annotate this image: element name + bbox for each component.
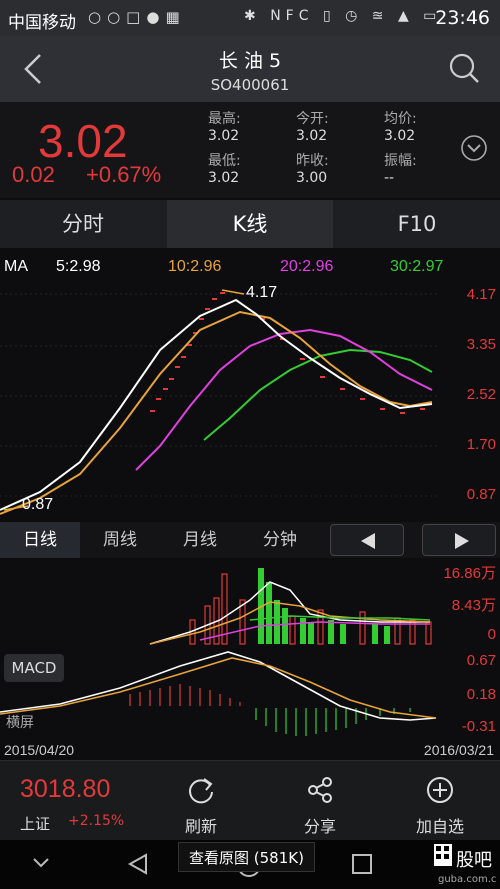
ma10-value: 10:2.96 <box>168 258 222 275</box>
kline-chart <box>0 289 440 515</box>
ma20-value: 20:2.96 <box>280 258 334 275</box>
search-icon[interactable] <box>448 52 480 84</box>
watermark-url: guba.com.cn <box>438 874 496 885</box>
ma-label: MA <box>4 258 28 275</box>
kline-tick: 3.35 <box>466 336 496 353</box>
volume-tick: 8.43万 <box>451 597 496 614</box>
macd-bars-red <box>129 684 241 706</box>
open-value: 3.02 <box>296 128 328 144</box>
stock-name: 长 油 5 <box>218 50 282 72</box>
kline-tick: 0.87 <box>466 486 496 503</box>
prev-close-label: 昨收: <box>296 153 329 169</box>
low-value: 3.02 <box>208 170 240 186</box>
index-value: 3018.80 <box>20 775 111 803</box>
right-triangle-icon <box>455 533 469 549</box>
stock-code: SO400061 <box>210 76 290 94</box>
macd-tick: 0.67 <box>466 652 496 669</box>
index-change: +2.15% <box>68 813 125 829</box>
current-price: 3.02 <box>38 115 128 167</box>
nfc-icon: NFC <box>270 8 314 24</box>
bottom-toolbar: 3018.80 上证 +2.15% 刷新 分享 加自选 <box>0 760 500 840</box>
tab-weekly[interactable]: 周线 <box>80 522 160 558</box>
expand-chevron-icon[interactable] <box>460 134 488 162</box>
chart-tabs: 分时 K线 F10 <box>0 200 500 248</box>
amplitude-label: 振幅: <box>384 153 417 169</box>
add-circle-icon <box>427 777 453 803</box>
high-value: 3.02 <box>208 128 240 144</box>
refresh-icon <box>189 778 213 804</box>
tab-timeshare[interactable]: 分时 <box>0 200 166 248</box>
volume-bars-green <box>258 568 390 644</box>
ma30-value: 30:2.97 <box>390 258 444 275</box>
price-change-percent: +0.67% <box>86 162 162 187</box>
back-triangle-icon[interactable] <box>126 852 150 876</box>
kline-high-marker: 4.17 <box>246 284 278 301</box>
open-label: 今开: <box>296 111 329 127</box>
end-date: 2016/03/21 <box>423 742 494 758</box>
period-bar: 日线 周线 月线 分钟 <box>0 522 500 558</box>
left-triangle-icon <box>361 533 375 549</box>
quote-panel: 3.02 0.02 +0.67% 最高: 3.02 最低: 3.02 今开: 3… <box>0 102 500 198</box>
ma5-line <box>0 298 433 511</box>
prev-close-value: 3.00 <box>296 170 328 186</box>
kline-tick: 2.52 <box>466 386 496 403</box>
tab-daily[interactable]: 日线 <box>0 522 80 558</box>
amplitude-value: -- <box>384 170 395 186</box>
share-icon <box>308 777 332 803</box>
kline-low-marker: 0.87 <box>22 496 54 513</box>
system-icons: ✱ NFC ▯ ◷ ≊ ▲ ▭ <box>244 8 442 24</box>
macd-bars-green <box>255 708 411 736</box>
notification-icons: ○○□●▦ <box>88 8 186 26</box>
next-button[interactable] <box>422 524 496 556</box>
view-original-button[interactable]: 查看原图 (581K) <box>178 842 315 872</box>
volume-tick: 0 <box>487 626 496 643</box>
tab-monthly[interactable]: 月线 <box>160 522 240 558</box>
status-bar: 中国移动 ○○□●▦ ✱ NFC ▯ ◷ ≊ ▲ ▭ 23:46 <box>0 0 500 36</box>
refresh-label: 刷新 <box>184 817 217 836</box>
index-name: 上证 <box>20 815 51 833</box>
kline-tick: 1.70 <box>466 436 496 453</box>
start-date: 2015/04/20 <box>4 742 75 758</box>
guba-watermark-logo: 股吧 guba.com.cn <box>432 842 500 886</box>
prev-button[interactable] <box>330 524 404 556</box>
tab-f10[interactable]: F10 <box>334 200 500 248</box>
ma10-line <box>0 310 433 515</box>
low-label: 最低: <box>208 153 241 169</box>
landscape-button[interactable]: 横屏 <box>6 712 34 732</box>
kline-tick: 4.17 <box>466 286 496 303</box>
volume-tick: 16.86万 <box>443 565 496 582</box>
high-label: 最高: <box>208 111 241 127</box>
price-change: 0.02 <box>12 162 55 187</box>
macd-tick: -0.31 <box>461 718 496 735</box>
avg-label: 均价: <box>384 111 417 127</box>
avg-value: 3.02 <box>384 128 416 144</box>
add-watchlist-button[interactable]: 加自选 <box>385 761 495 841</box>
watermark-text: 股吧 <box>456 850 492 871</box>
carrier-name: 中国移动 <box>8 13 76 33</box>
share-button[interactable]: 分享 <box>265 761 375 841</box>
refresh-button[interactable]: 刷新 <box>146 761 256 841</box>
volume-chart <box>149 568 432 645</box>
tab-kline[interactable]: K线 <box>167 200 333 248</box>
recents-square-icon[interactable] <box>350 852 374 876</box>
clock: 23:46 <box>435 7 490 29</box>
title-bar: 长 油 5 SO400061 <box>0 36 500 102</box>
watermark-icon: 股吧 guba.com.cn <box>434 844 500 885</box>
macd-dea-line <box>0 657 437 719</box>
macd-tick: 0.18 <box>466 686 496 703</box>
share-label: 分享 <box>303 817 336 836</box>
add-watchlist-label: 加自选 <box>415 817 464 836</box>
tab-minute[interactable]: 分钟 <box>240 522 320 558</box>
macd-chart <box>0 651 437 736</box>
ma5-value: 5:2.98 <box>56 258 101 275</box>
chevron-down-icon[interactable] <box>32 856 50 870</box>
